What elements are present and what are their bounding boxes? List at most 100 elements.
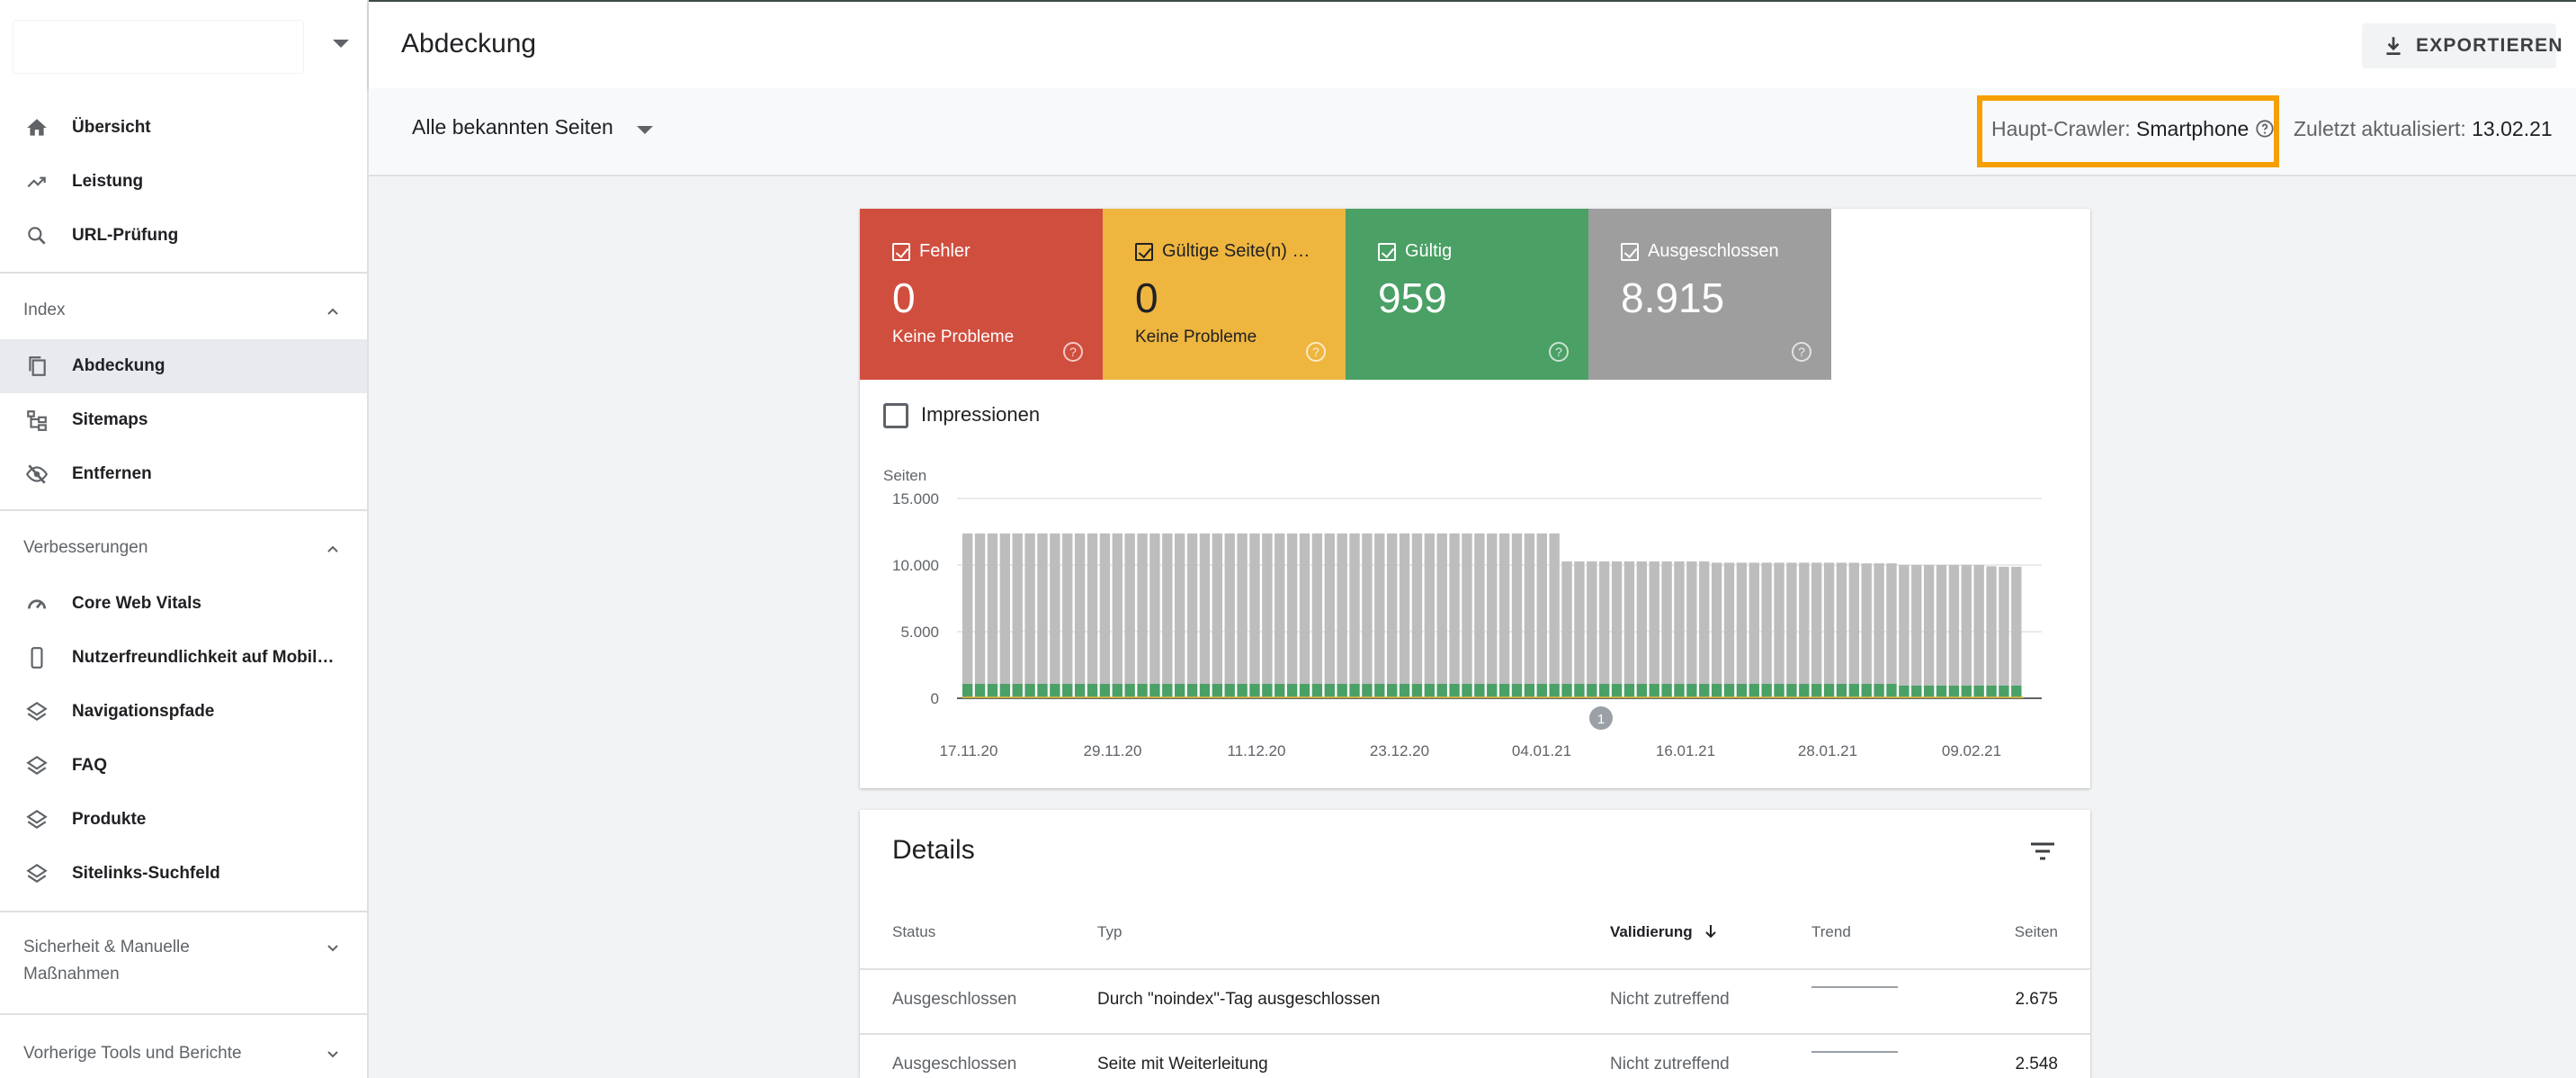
bar-excluded [1462, 533, 1472, 685]
bar-valid [1836, 684, 1847, 698]
table-row[interactable]: Ausgeschlossen Seite mit Weiterleitung N… [860, 1033, 2090, 1078]
checkbox-icon[interactable] [1135, 243, 1153, 261]
section-index-title[interactable]: Index [23, 301, 65, 320]
checkbox-icon[interactable] [1378, 243, 1396, 261]
bar-valid [1012, 684, 1023, 698]
bar-excluded [1399, 533, 1410, 685]
filter-icon[interactable] [2029, 840, 2056, 864]
sidebar-item-url-pruefung[interactable]: URL-Prüfung [0, 209, 367, 263]
row-type: Seite mit Weiterleitung [1097, 1055, 1268, 1074]
section-verbesserungen-title[interactable]: Verbesserungen [23, 538, 148, 558]
bar-excluded [1487, 533, 1498, 685]
bar-excluded [1362, 533, 1373, 685]
row-status: Ausgeschlossen [892, 1055, 1017, 1074]
bar-excluded [1212, 533, 1223, 685]
bar-valid [1498, 684, 1510, 698]
scope-dropdown[interactable]: Alle bekannten Seiten [412, 115, 613, 139]
help-icon[interactable]: ? [1063, 342, 1083, 362]
sidebar-item-label: Übersicht [72, 118, 151, 137]
bar-excluded [1436, 533, 1447, 685]
tile-ausgeschlossen[interactable]: Ausgeschlossen 8.915 ? [1588, 209, 1831, 380]
column-typ[interactable]: Typ [1097, 923, 1122, 941]
column-validierung[interactable]: Validierung [1610, 923, 1718, 941]
bar-excluded [1387, 533, 1398, 685]
bar-excluded [1474, 533, 1485, 685]
bar-excluded [1874, 563, 1884, 685]
bar-excluded [1686, 561, 1697, 685]
column-seiten[interactable]: Seiten [2015, 923, 2058, 941]
sidebar-item-core-web-vitals[interactable]: Core Web Vitals [0, 577, 367, 631]
export-button[interactable]: EXPORTIEREN [2362, 23, 2563, 68]
bar-excluded [1299, 533, 1310, 685]
help-icon[interactable]: ? [1306, 342, 1326, 362]
chevron-down-icon[interactable] [326, 941, 340, 956]
y-axis-label: Seiten [883, 467, 926, 484]
sidebar-item-label: Sitelinks-Suchfeld [72, 864, 220, 883]
checkbox-icon[interactable] [892, 243, 910, 261]
filter-bar: Alle bekannten Seiten Haupt-Crawler: Sma… [369, 88, 2576, 176]
bar-valid [1911, 685, 1922, 698]
bar-excluded [1349, 533, 1360, 685]
bar-excluded [1936, 564, 1947, 686]
sidebar-item-sitemaps[interactable]: Sitemaps [0, 393, 367, 447]
bar-valid [1574, 684, 1585, 698]
table-row[interactable]: Ausgeschlossen Durch "noindex"-Tag ausge… [860, 968, 2090, 1033]
bar-valid [1249, 684, 1260, 698]
bar-excluded [1050, 533, 1060, 685]
sidebar-item-faq[interactable]: FAQ [0, 739, 367, 793]
tile-value: 0 [1135, 274, 1158, 321]
tile-gueltige-warnung[interactable]: Gültige Seite(n) … 0 Keine Probleme ? [1103, 209, 1346, 380]
tile-fehler[interactable]: Fehler 0 Keine Probleme ? [860, 209, 1103, 380]
trending-up-icon [23, 168, 50, 195]
bar-excluded [1823, 562, 1835, 685]
sidebar-item-uebersicht[interactable]: Übersicht [0, 101, 367, 155]
sidebar-item-mobile[interactable]: Nutzerfreundlichkeit auf Mobil… [0, 631, 367, 685]
sort-arrow-down-icon[interactable] [1704, 923, 1718, 939]
bar-valid [1699, 684, 1710, 698]
help-icon[interactable]: ? [1549, 342, 1569, 362]
tile-gueltig[interactable]: Gültig 959 ? [1346, 209, 1588, 380]
sidebar-item-sitelinks-suchfeld[interactable]: Sitelinks-Suchfeld [0, 847, 367, 901]
x-tick-label: 28.01.21 [1798, 742, 1857, 759]
bar-valid [1786, 684, 1797, 698]
bar-valid [1436, 684, 1447, 698]
sidebar-item-abdeckung[interactable]: Abdeckung [0, 339, 367, 393]
bar-excluded [1124, 533, 1135, 685]
chevron-up-icon[interactable] [326, 542, 340, 556]
chevron-up-icon[interactable] [326, 304, 340, 319]
checkbox-icon[interactable] [1621, 243, 1639, 261]
bar-valid [1474, 684, 1485, 698]
column-status[interactable]: Status [892, 923, 935, 941]
sidebar-item-produkte[interactable]: Produkte [0, 793, 367, 847]
last-updated: Zuletzt aktualisiert: 13.02.21 [2294, 117, 2553, 141]
property-selector[interactable] [13, 20, 304, 74]
property-dropdown-icon[interactable] [333, 40, 349, 48]
column-trend[interactable]: Trend [1811, 923, 1851, 941]
updated-value: 13.02.21 [2472, 117, 2553, 140]
bar-excluded [1574, 561, 1585, 685]
layers-icon [23, 860, 50, 887]
bar-valid [1137, 684, 1148, 698]
scope-dropdown-icon[interactable] [637, 126, 653, 134]
bar-excluded [1911, 564, 1922, 686]
help-icon[interactable]: ? [1792, 342, 1811, 362]
bar-valid [1961, 685, 1972, 698]
sidebar-item-label: Core Web Vitals [72, 594, 201, 613]
sidebar-item-entfernen[interactable]: Entfernen [0, 447, 367, 501]
search-icon [23, 222, 50, 249]
bar-excluded [1324, 533, 1335, 685]
section-security-title[interactable]: Sicherheit & Manuelle [23, 938, 190, 957]
sidebar-item-navigationspfade[interactable]: Navigationspfade [0, 685, 367, 739]
crawler-label: Haupt-Crawler: [1991, 117, 2131, 140]
details-title: Details [892, 835, 975, 865]
sidebar-item-leistung[interactable]: Leistung [0, 155, 367, 209]
impressions-checkbox[interactable] [883, 403, 908, 428]
bar-valid [1212, 684, 1223, 698]
section-security-title-line2: Maßnahmen [23, 965, 120, 984]
chevron-down-icon[interactable] [326, 1047, 340, 1062]
bar-excluded [1062, 533, 1073, 685]
section-legacy-title[interactable]: Vorherige Tools und Berichte [23, 1044, 242, 1064]
help-icon[interactable] [2255, 119, 2275, 139]
bar-valid [1799, 684, 1810, 698]
details-card: Details Status Typ Validierung Trend Sei… [860, 810, 2090, 1078]
